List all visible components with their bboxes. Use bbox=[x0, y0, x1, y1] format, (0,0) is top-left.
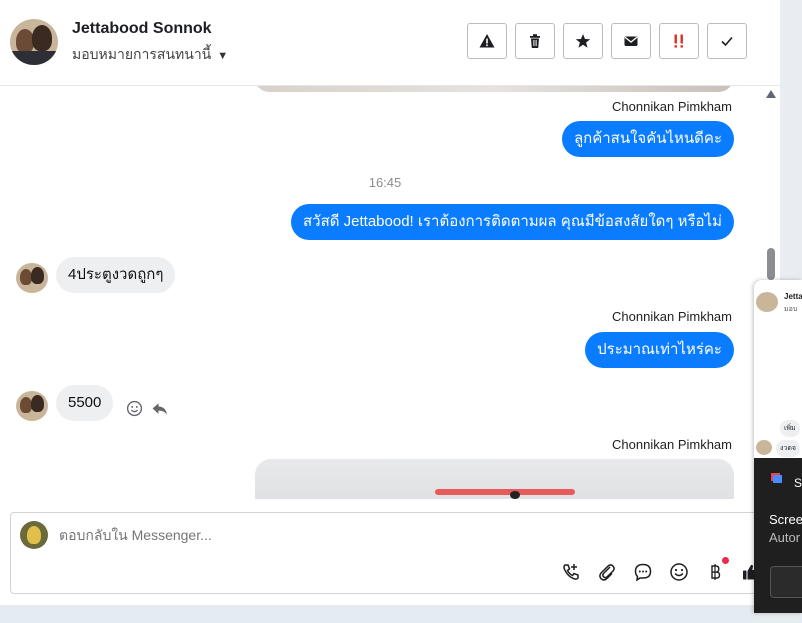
conversation-header: Jettabood Sonnok มอบหมายการสนทนานี้ ▼ bbox=[0, 0, 780, 86]
sender-name: Chonnikan Pimkham bbox=[612, 309, 732, 324]
mini-message: งวดจ bbox=[776, 440, 800, 457]
call-button[interactable] bbox=[553, 559, 589, 585]
mini-contact-avatar bbox=[756, 292, 778, 312]
message-timestamp: 16:45 bbox=[368, 175, 402, 190]
notification-line: Scree bbox=[769, 512, 802, 527]
attached-image[interactable] bbox=[255, 459, 734, 499]
reply-icon[interactable] bbox=[151, 400, 168, 417]
conversation-panel: Jettabood Sonnok มอบหมายการสนทนานี้ ▼ Cho… bbox=[0, 0, 782, 605]
assign-conversation-dropdown[interactable]: มอบหมายการสนทนานี้ ▼ bbox=[72, 44, 228, 66]
star-button[interactable] bbox=[563, 23, 603, 59]
react-emoji-icon[interactable] bbox=[126, 400, 143, 417]
floating-chat-widget[interactable]: Jetta มอบ เพิ่ม งวดจ Sh Scree Autor bbox=[754, 280, 802, 613]
message-thread: Chonnikan Pimkham ลูกค้าสนใจคันไหนดีคะ 1… bbox=[0, 86, 780, 499]
spam-icon bbox=[674, 34, 683, 48]
scroll-up-arrow[interactable] bbox=[766, 90, 776, 98]
page-avatar bbox=[20, 521, 48, 549]
caret-down-icon: ▼ bbox=[217, 50, 229, 62]
incoming-message[interactable]: 4ประตูงวดถูกๆ bbox=[56, 257, 176, 293]
phone-add-icon bbox=[563, 564, 579, 580]
contact-avatar[interactable] bbox=[10, 19, 58, 65]
screen-share-notification: Sh Scree Autor bbox=[754, 458, 802, 613]
outgoing-message[interactable]: ประมาณเท่าไหร่คะ bbox=[585, 332, 734, 368]
check-icon bbox=[721, 36, 733, 47]
star-icon bbox=[575, 34, 591, 48]
notification-line: Autor bbox=[769, 530, 801, 545]
notification-dot bbox=[722, 557, 729, 564]
report-button[interactable] bbox=[467, 23, 507, 59]
mini-message: เพิ่ม bbox=[780, 420, 800, 437]
reply-input[interactable] bbox=[59, 527, 559, 543]
scroll-thumb[interactable] bbox=[767, 248, 775, 280]
attach-file-button[interactable] bbox=[589, 559, 625, 585]
mini-assign-label: มอบ bbox=[784, 306, 798, 313]
trash-icon bbox=[530, 34, 540, 48]
attached-image-partial[interactable] bbox=[255, 86, 733, 92]
emoji-icon bbox=[670, 563, 688, 581]
incoming-message[interactable]: 5500 bbox=[56, 385, 114, 421]
assign-label: มอบหมายการสนทนานี้ bbox=[72, 46, 212, 62]
delete-button[interactable] bbox=[515, 23, 555, 59]
contact-name[interactable]: Jettabood Sonnok bbox=[72, 20, 212, 38]
share-screen-icon bbox=[771, 473, 782, 483]
composer-toolbar bbox=[553, 557, 769, 585]
paperclip-icon bbox=[599, 564, 615, 581]
spam-button[interactable] bbox=[659, 23, 699, 59]
notification-title: Sh bbox=[794, 476, 802, 490]
emoji-button[interactable] bbox=[661, 559, 697, 585]
mini-avatar-small bbox=[756, 440, 772, 455]
speech-bubble-icon bbox=[634, 563, 652, 582]
contact-avatar-small bbox=[16, 391, 48, 421]
notification-action-button[interactable] bbox=[770, 566, 802, 598]
reply-composer bbox=[10, 512, 782, 594]
page-bottom-strip bbox=[0, 605, 802, 623]
mini-contact-name: Jetta bbox=[784, 292, 802, 301]
mark-unread-button[interactable] bbox=[611, 23, 651, 59]
outgoing-message[interactable]: ลูกค้าสนใจคันไหนดีคะ bbox=[561, 121, 734, 157]
contact-avatar-small bbox=[16, 263, 48, 293]
envelope-icon bbox=[624, 36, 638, 46]
outgoing-message[interactable]: สวัสดี Jettabood! เราต้องการติดตามผล คุณ… bbox=[291, 204, 734, 240]
saved-replies-button[interactable] bbox=[625, 559, 661, 585]
baht-icon bbox=[711, 564, 721, 580]
message-actions bbox=[126, 400, 168, 417]
mark-done-button[interactable] bbox=[707, 23, 747, 59]
warning-icon bbox=[479, 34, 495, 48]
payment-button[interactable] bbox=[697, 557, 733, 585]
sender-name: Chonnikan Pimkham bbox=[612, 99, 732, 114]
sender-name: Chonnikan Pimkham bbox=[612, 437, 732, 452]
